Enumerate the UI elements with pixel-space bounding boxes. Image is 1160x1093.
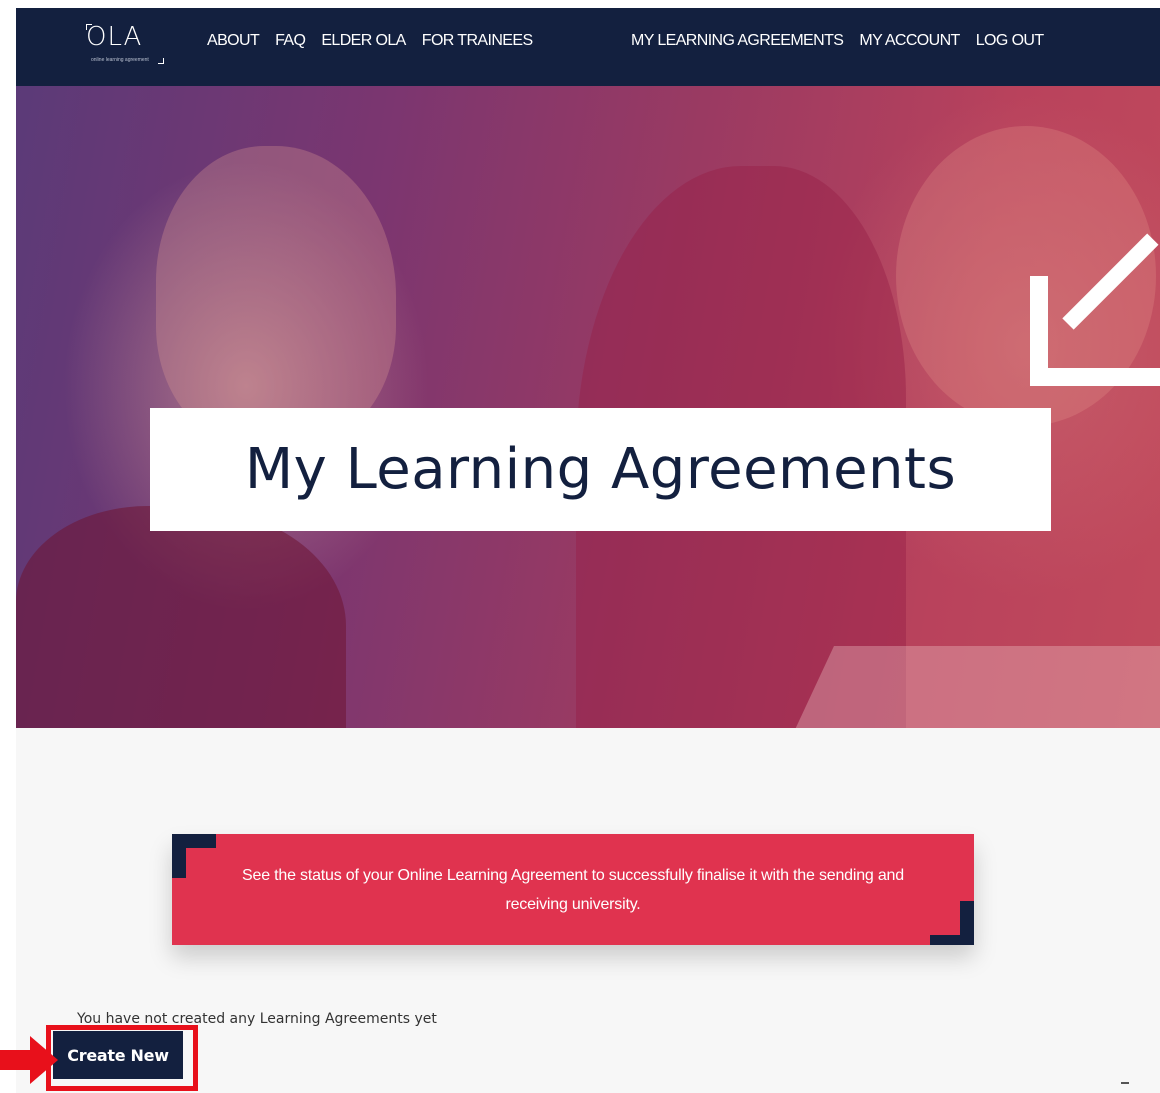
user-nav: MY LEARNING AGREEMENTS MY ACCOUNT LOG OU… bbox=[631, 32, 1060, 50]
top-navigation-bar: OLA online learning agreement ABOUT FAQ … bbox=[16, 8, 1160, 86]
main-nav: ABOUT FAQ ELDER OLA FOR TRAINEES bbox=[207, 32, 549, 50]
hero-photo-sweater bbox=[16, 506, 346, 728]
pointer-arrow-icon bbox=[0, 1036, 58, 1084]
nav-my-learning-agreements-link[interactable]: MY LEARNING AGREEMENTS bbox=[631, 32, 844, 50]
logo-tagline: online learning agreement bbox=[91, 57, 149, 63]
nav-about-link[interactable]: ABOUT bbox=[207, 32, 260, 50]
banner-corner-top-left-h bbox=[172, 834, 216, 848]
nav-log-out-link[interactable]: LOG OUT bbox=[976, 32, 1044, 50]
nav-my-account-link[interactable]: MY ACCOUNT bbox=[859, 32, 960, 50]
hero-photo-person-left bbox=[156, 146, 396, 446]
nav-elder-ola-link[interactable]: ELDER OLA bbox=[321, 32, 406, 50]
banner-corner-bottom-right-h bbox=[930, 935, 974, 945]
nav-for-trainees-link[interactable]: FOR TRAINEES bbox=[422, 32, 533, 50]
banner-text: See the status of your Online Learning A… bbox=[242, 866, 904, 913]
page: OLA online learning agreement ABOUT FAQ … bbox=[16, 8, 1160, 1093]
corner-arrow-icon bbox=[1030, 233, 1160, 386]
hero-photo-laptop bbox=[778, 646, 1160, 728]
status-info-banner: See the status of your Online Learning A… bbox=[172, 834, 974, 945]
logo-text: OLA bbox=[86, 22, 143, 52]
hero-banner-image: My Learning Agreements bbox=[16, 86, 1160, 728]
create-new-button[interactable]: Create New bbox=[53, 1031, 183, 1079]
divider-mark bbox=[1121, 1082, 1129, 1084]
nav-faq-link[interactable]: FAQ bbox=[275, 32, 306, 50]
ola-logo[interactable]: OLA online learning agreement bbox=[86, 22, 166, 68]
logo-corner-bottom-right bbox=[158, 58, 164, 64]
page-title-box: My Learning Agreements bbox=[150, 408, 1051, 531]
page-title: My Learning Agreements bbox=[244, 437, 957, 502]
